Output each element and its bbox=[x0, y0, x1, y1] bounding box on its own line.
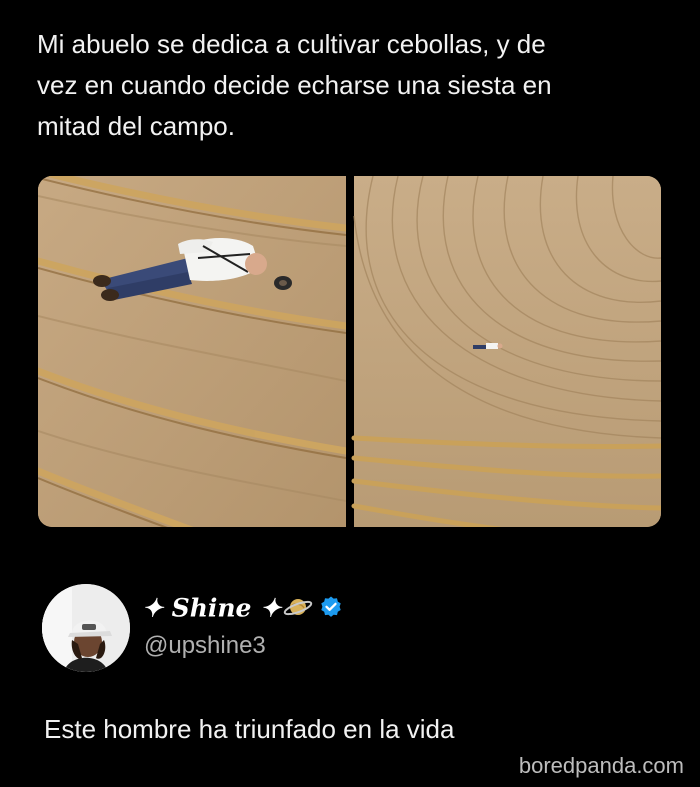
avatar[interactable] bbox=[42, 584, 130, 672]
photo-collage[interactable] bbox=[38, 176, 661, 527]
post-text: Este hombre ha triunfado en la vida bbox=[44, 714, 455, 744]
post-author[interactable]: ✦ Shine ✦ @upshine3 bbox=[42, 584, 662, 674]
quoted-text-line: mitad del campo. bbox=[37, 111, 235, 141]
user-handle[interactable]: @upshine3 bbox=[144, 632, 266, 660]
display-name-text: ✦ Shine ✦ bbox=[142, 593, 282, 623]
display-name[interactable]: ✦ Shine ✦ bbox=[142, 592, 343, 628]
watermark: boredpanda.com bbox=[518, 753, 684, 778]
photo-field-wide-aerial[interactable] bbox=[351, 176, 661, 527]
verified-badge-icon bbox=[319, 595, 343, 625]
photo-man-sleeping-closeup[interactable] bbox=[38, 176, 350, 527]
ringed-planet-icon bbox=[283, 592, 313, 628]
quoted-post-text: Mi abuelo se dedica a cultivar cebollas,… bbox=[37, 24, 667, 147]
quoted-text-line: Mi abuelo se dedica a cultivar cebollas,… bbox=[37, 29, 546, 59]
quoted-text-line: vez en cuando decide echarse una siesta … bbox=[37, 70, 552, 100]
